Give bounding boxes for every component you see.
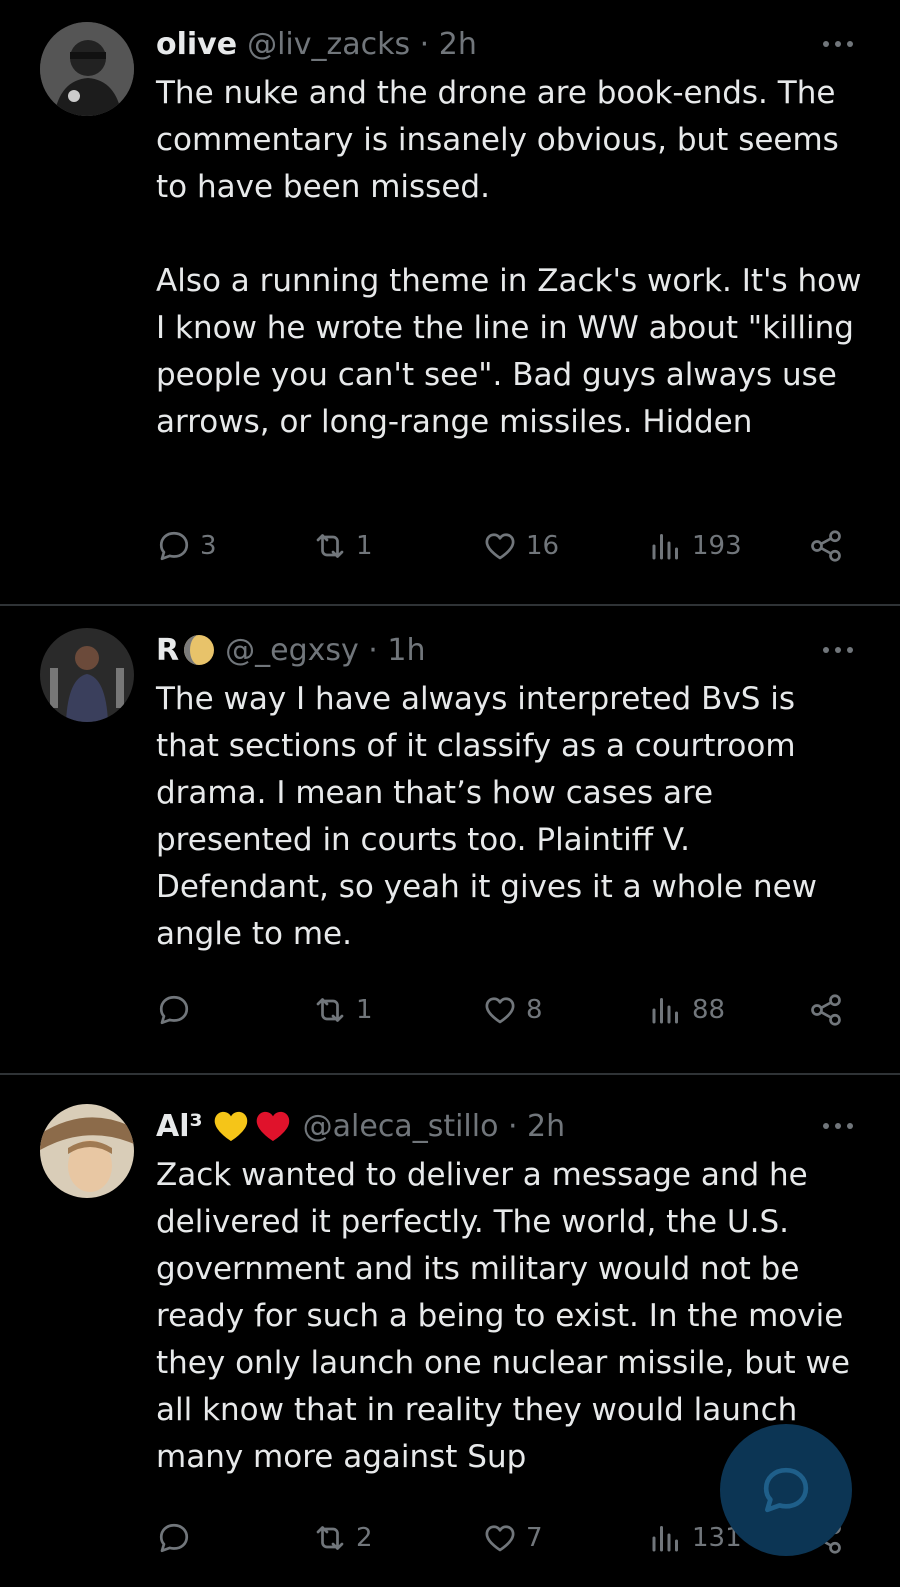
tweet-r[interactable]: R @_egxsy · 1h The way I have always int…	[0, 628, 900, 1064]
retweet-count: 1	[356, 531, 373, 561]
like-button[interactable]: 16	[482, 528, 559, 564]
like-button[interactable]: 7	[482, 1520, 543, 1556]
retweet-count: 2	[356, 1523, 373, 1553]
views-icon	[652, 534, 678, 560]
views-icon	[652, 998, 678, 1024]
views-button[interactable]: 193	[648, 528, 742, 564]
retweet-icon	[316, 534, 344, 558]
retweet-icon	[316, 998, 344, 1022]
like-count: 7	[526, 1523, 543, 1553]
reply-icon	[159, 995, 189, 1025]
views-count: 193	[692, 531, 742, 561]
views-count: 88	[692, 995, 726, 1025]
reply-button[interactable]: 3	[156, 528, 217, 564]
retweet-button[interactable]: 1	[312, 528, 373, 564]
reply-icon	[159, 1523, 189, 1553]
red-heart-icon	[256, 1111, 289, 1141]
tweet-header: R @_egxsy · 1h	[156, 628, 425, 672]
moon-icon	[184, 635, 215, 665]
share-icon	[811, 994, 841, 1026]
tweet-actions: 3 1 16 193	[156, 528, 856, 568]
views-button[interactable]: 88	[648, 992, 725, 1028]
retweet-button[interactable]: 1	[312, 992, 373, 1028]
retweet-count: 1	[356, 995, 373, 1025]
handle-time[interactable]: @aleca_stillo · 2h	[303, 1109, 566, 1144]
share-button[interactable]	[808, 528, 844, 564]
display-name[interactable]: olive	[156, 27, 237, 62]
heart-icon	[485, 533, 515, 560]
avatar[interactable]	[40, 1104, 134, 1198]
views-icon	[652, 1526, 678, 1552]
tweet-text: The nuke and the drone are book-ends. Th…	[156, 75, 862, 440]
reply-icon	[159, 531, 189, 561]
more-options-icon[interactable]	[820, 1114, 856, 1138]
tweet-header: olive @liv_zacks · 2h	[156, 22, 477, 66]
handle-time[interactable]: @_egxsy · 1h	[225, 633, 425, 668]
share-button[interactable]	[808, 992, 844, 1028]
compose-reply-button[interactable]	[720, 1424, 852, 1556]
display-name[interactable]: R	[156, 633, 179, 668]
yellow-heart-icon	[214, 1111, 247, 1141]
like-button[interactable]: 8	[482, 992, 543, 1028]
divider	[0, 1073, 900, 1075]
avatar[interactable]	[40, 22, 134, 116]
tweet-header: Al³ @aleca_stillo · 2h	[156, 1104, 565, 1148]
like-count: 8	[526, 995, 543, 1025]
heart-icon	[485, 1525, 515, 1552]
share-icon	[811, 530, 841, 562]
more-options-icon[interactable]	[820, 32, 856, 56]
reply-button[interactable]	[156, 1520, 200, 1556]
like-count: 16	[526, 531, 560, 561]
heart-icon	[485, 997, 515, 1024]
compose-reply-icon	[763, 1467, 809, 1513]
views-button[interactable]: 131	[648, 1520, 742, 1556]
tweet-text: The way I have always interpreted BvS is…	[156, 681, 818, 952]
retweet-button[interactable]: 2	[312, 1520, 373, 1556]
tweet-actions: 1 8 88	[156, 992, 856, 1032]
display-name[interactable]: Al³	[156, 1109, 203, 1144]
reply-button[interactable]	[156, 992, 200, 1028]
tweet-olive[interactable]: olive @liv_zacks · 2h The nuke and the d…	[0, 22, 900, 600]
more-options-icon[interactable]	[820, 638, 856, 662]
retweet-icon	[316, 1526, 344, 1550]
avatar[interactable]	[40, 628, 134, 722]
handle-time[interactable]: @liv_zacks · 2h	[247, 27, 477, 62]
reply-count: 3	[200, 531, 217, 561]
divider	[0, 604, 900, 606]
